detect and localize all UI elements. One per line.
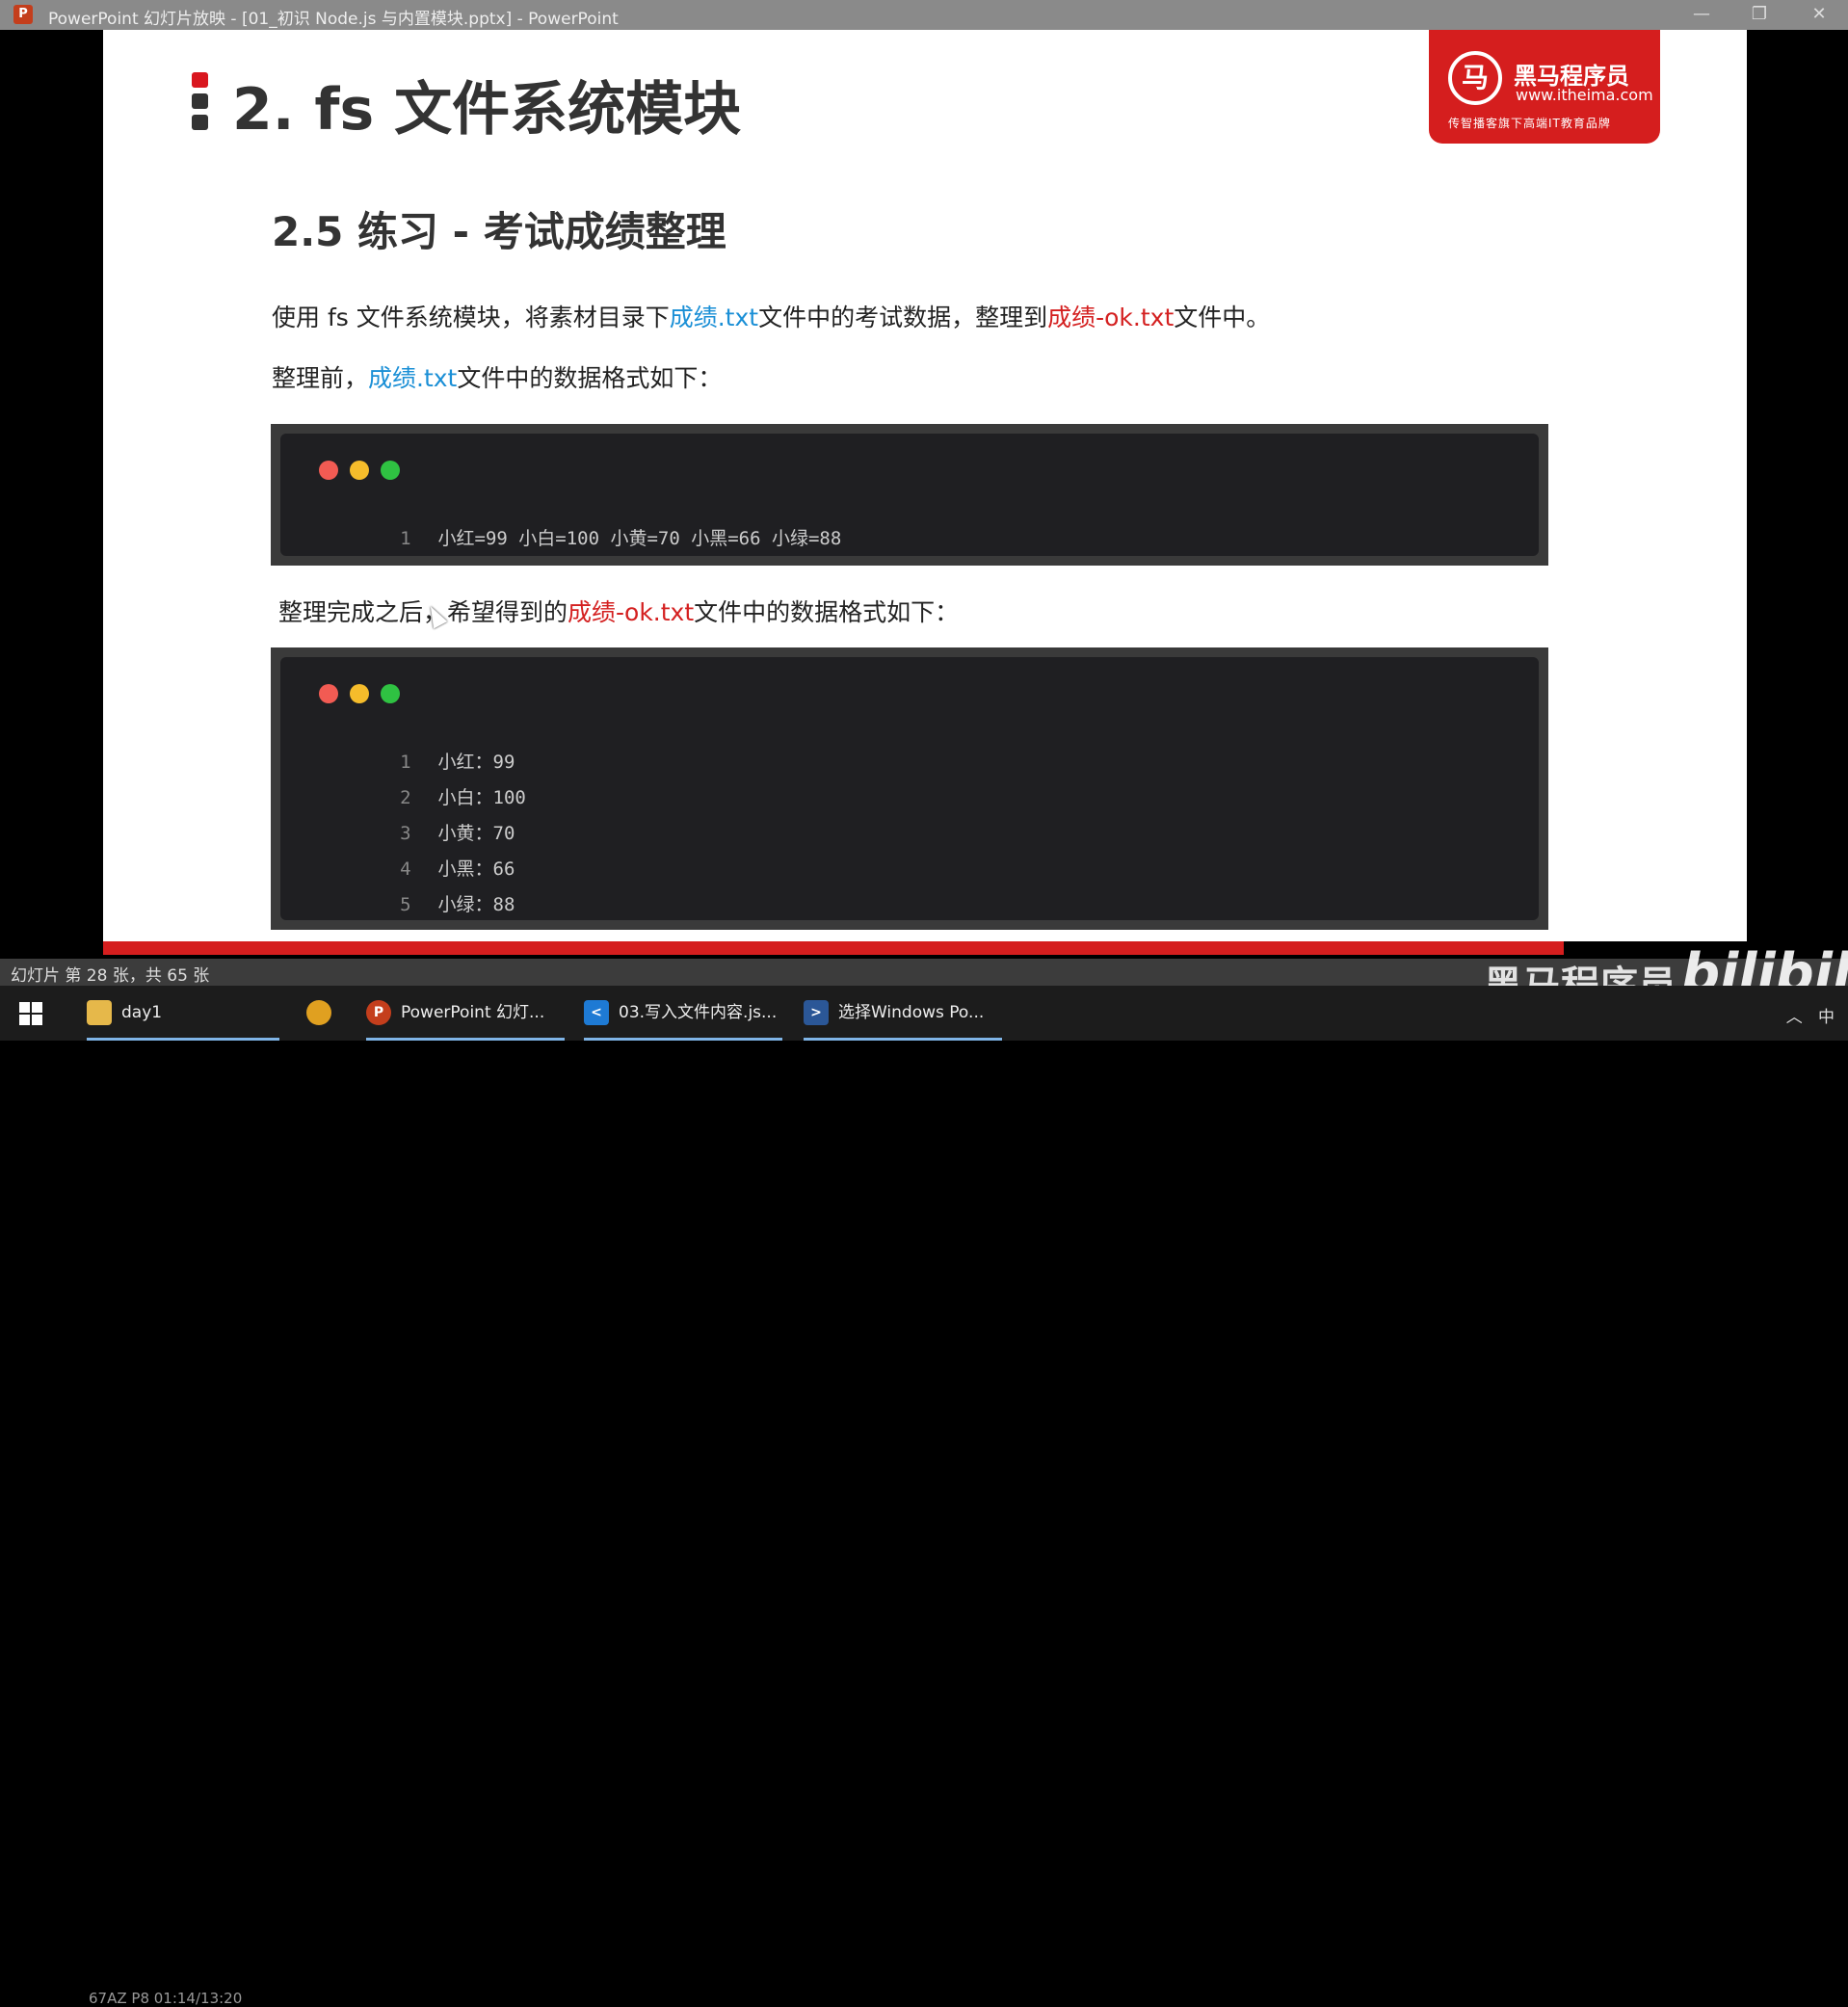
chrome-button[interactable] xyxy=(306,986,331,1041)
red-dot-icon xyxy=(319,461,338,480)
chevron-up-icon[interactable]: ︿ xyxy=(1786,1008,1803,1027)
slide-canvas[interactable]: 2. fs 文件系统模块 马 黑马程序员 www.itheima.com 传智播… xyxy=(103,30,1747,941)
text: 整理完成之后，希望得到的 xyxy=(278,598,568,626)
text: 文件中的数据格式如下： xyxy=(457,364,723,392)
taskbar-item-label: 选择Windows Po... xyxy=(838,1003,985,1022)
vscode-icon: < xyxy=(584,1000,609,1025)
taskbar-item-powershell[interactable]: > 选择Windows Po... xyxy=(804,986,1002,1041)
taskbar-item-folder[interactable]: day1 xyxy=(87,986,279,1041)
after-paragraph: 整理完成之后，希望得到的成绩-ok.txt文件中的数据格式如下： xyxy=(278,594,959,628)
line-number: 1 xyxy=(400,528,411,549)
video-overlay-text: 67AZ P8 01:14/13:20 xyxy=(89,1990,243,2007)
slide-bottom-bar xyxy=(103,941,1564,955)
code-text: 小红=99 小白=100 小黄=70 小黑=66 小绿=88 xyxy=(437,528,842,549)
code-line: 5 小绿：88 xyxy=(280,869,515,937)
window-title-bar: P PowerPoint 幻灯片放映 - [01_初识 Node.js 与内置模… xyxy=(0,0,1848,30)
window-dots xyxy=(319,461,411,484)
taskbar: 67AZ P8 01:14/13:20 day1 P PowerPoint 幻灯.… xyxy=(0,986,1848,2007)
minimize-button[interactable]: — xyxy=(1682,3,1721,26)
powerpoint-icon: P xyxy=(13,5,33,24)
taskbar-item-vscode[interactable]: <03.写入文件内容.js... xyxy=(584,986,782,1041)
code-text: 小绿：88 xyxy=(437,894,515,915)
window-dots xyxy=(319,684,411,707)
text: 文件中的考试数据，整理到 xyxy=(758,304,1048,331)
text: 整理前， xyxy=(272,364,369,392)
before-paragraph: 整理前，成绩.txt文件中的数据格式如下： xyxy=(272,359,722,394)
slide-counter: 幻灯片 第 28 张，共 65 张 xyxy=(11,966,210,986)
system-tray[interactable]: ︿ 中 xyxy=(1786,1003,1835,1027)
brand-logo: 马 黑马程序员 www.itheima.com 传智播客旗下高端IT教育品牌 xyxy=(1429,30,1660,144)
code-line: 1 小红=99 小白=100 小黄=70 小黑=66 小绿=88 xyxy=(280,503,841,571)
code-block-before: 1 小红=99 小白=100 小黄=70 小黑=66 小绿=88 xyxy=(271,424,1548,566)
green-dot-icon xyxy=(381,684,400,703)
powerpoint-icon: P xyxy=(366,1000,391,1025)
restore-button[interactable]: ❐ xyxy=(1740,3,1779,26)
ime-indicator[interactable]: 中 xyxy=(1818,1008,1835,1027)
powershell-icon: > xyxy=(804,1000,829,1025)
slide-title: 2. fs 文件系统模块 xyxy=(232,76,742,144)
target-file-name: 成绩-ok.txt xyxy=(568,598,695,626)
text: 文件中的数据格式如下： xyxy=(694,598,960,626)
instruction-paragraph: 使用 fs 文件系统模块，将素材目录下成绩.txt文件中的考试数据，整理到成绩-… xyxy=(272,299,1270,333)
title-bullet-icon xyxy=(192,72,208,130)
folder-icon xyxy=(87,1000,112,1025)
code-block-after: 1 小红：99 2 小白：100 3 小黄：70 4 小黑：66 5 小绿：88 xyxy=(271,647,1548,930)
close-button[interactable]: ✕ xyxy=(1800,3,1838,26)
yellow-dot-icon xyxy=(350,684,369,703)
source-file-name: 成绩.txt xyxy=(368,364,458,392)
text: 使用 fs 文件系统模块，将素材目录下 xyxy=(272,304,670,331)
slide-subtitle: 2.5 练习 - 考试成绩整理 xyxy=(272,208,726,255)
chrome-icon xyxy=(306,1000,331,1025)
taskbar-item-powerpoint[interactable]: P PowerPoint 幻灯... xyxy=(366,986,565,1041)
red-dot-icon xyxy=(319,684,338,703)
horse-logo-icon: 马 xyxy=(1448,51,1502,105)
text: 文件中。 xyxy=(1174,304,1271,331)
line-number: 5 xyxy=(400,894,411,915)
yellow-dot-icon xyxy=(350,461,369,480)
windows-start-icon[interactable] xyxy=(19,1002,42,1025)
taskbar-item-label: 03.写入文件内容.js... xyxy=(619,1003,778,1022)
green-dot-icon xyxy=(381,461,400,480)
source-file-name: 成绩.txt xyxy=(669,304,759,331)
target-file-name: 成绩-ok.txt xyxy=(1047,304,1175,331)
logo-slogan: 传智播客旗下高端IT教育品牌 xyxy=(1448,117,1611,130)
logo-url: www.itheima.com xyxy=(1516,86,1653,104)
window-title: PowerPoint 幻灯片放映 - [01_初识 Node.js 与内置模块.… xyxy=(48,10,619,29)
taskbar-item-label: PowerPoint 幻灯... xyxy=(401,1003,545,1022)
taskbar-item-label: day1 xyxy=(121,1003,163,1022)
